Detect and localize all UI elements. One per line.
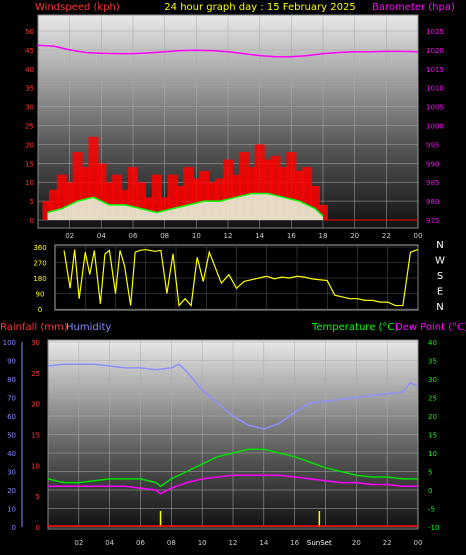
windspeed-tick-label: 10 (25, 179, 34, 187)
rainfall-tick-label: 10 (31, 462, 40, 470)
temperature-tick-label: 30 (428, 376, 437, 384)
rainfall-axis-title: Rainfall (mm) (0, 322, 68, 333)
temperature-tick-label: 10 (428, 450, 437, 458)
time-tick-label: 14 (255, 232, 264, 240)
direction-tick-label: 90 (36, 291, 45, 299)
direction-tick-label: 180 (33, 275, 46, 283)
barometer-tick-label: 1020 (426, 47, 444, 55)
temperature-tick-label: 40 (428, 339, 437, 347)
barometer-tick-label: 975 (426, 217, 439, 225)
rainfall-tick-label: 20 (31, 401, 40, 409)
temperature-tick-label: -10 (428, 524, 439, 532)
barometer-tick-label: 1025 (426, 28, 444, 36)
time-tick-label: 02 (74, 539, 83, 547)
time-tick-label: 06 (129, 232, 138, 240)
time-tick-label: 02 (65, 232, 74, 240)
windspeed-tick-label: 40 (25, 66, 34, 74)
barometer-tick-label: 995 (426, 141, 439, 149)
humidity-tick-label: 0 (12, 524, 16, 532)
humidity-tick-label: 90 (7, 358, 16, 366)
barometer-tick-label: 1015 (426, 66, 444, 74)
windspeed-tick-label: 50 (25, 28, 34, 36)
temperature-tick-label: 0 (428, 487, 432, 495)
time-tick-label: 22 (383, 539, 392, 547)
windspeed-tick-label: 45 (25, 47, 34, 55)
time-tick-label: 20 (350, 232, 359, 240)
humidity-tick-label: 10 (7, 506, 16, 514)
windspeed-tick-label: 0 (30, 217, 34, 225)
time-tick-label: 10 (192, 232, 201, 240)
direction-tick-label: 0 (38, 306, 42, 314)
time-tick-label: 14 (259, 539, 268, 547)
rainfall-tick-label: 0 (36, 524, 40, 532)
humidity-axis-title: Humidity (66, 322, 111, 333)
time-tick-label: 08 (160, 232, 169, 240)
windspeed-tick-label: 35 (25, 85, 34, 93)
humidity-tick-label: 30 (7, 469, 16, 477)
time-tick-label: 10 (198, 539, 207, 547)
barometer-axis-title: Barometer (hpa) (372, 2, 455, 13)
compass-label: W (435, 256, 445, 267)
time-tick-label: 20 (352, 539, 361, 547)
temperature-tick-label: 25 (428, 395, 437, 403)
time-tick-label: 00 (414, 232, 423, 240)
humidity-tick-label: 20 (7, 487, 16, 495)
dewpoint-axis-title: Dew Point (°C) (395, 322, 466, 333)
humidity-tick-label: 80 (7, 376, 16, 384)
windspeed-tick-label: 20 (25, 141, 34, 149)
rainfall-tick-label: 5 (36, 493, 40, 501)
temperature-axis-title: Temperature (°C) (311, 322, 398, 333)
rainfall-tick-label: 15 (31, 432, 40, 440)
windspeed-tick-label: 5 (30, 198, 34, 206)
compass-label: E (437, 287, 443, 298)
barometer-tick-label: 1005 (426, 104, 444, 112)
time-tick-label: 08 (167, 539, 176, 547)
barometer-tick-label: 980 (426, 198, 439, 206)
windspeed-tick-label: 15 (25, 160, 34, 168)
time-tick-label: 22 (382, 232, 391, 240)
compass-label: N (436, 302, 443, 313)
rainfall-tick-label: 25 (31, 370, 40, 378)
compass-label: N (436, 240, 443, 251)
time-tick-label: 04 (97, 232, 106, 240)
sunset-label: SunSet (307, 539, 332, 547)
time-tick-label: 12 (229, 539, 238, 547)
compass-label: S (437, 271, 443, 282)
temperature-tick-label: 35 (428, 358, 437, 366)
time-tick-label: 18 (319, 232, 328, 240)
windspeed-tick-label: 30 (25, 104, 34, 112)
weather-graph: Windspeed (kph) 24 hour graph day : 15 F… (0, 2, 466, 547)
graph-title: 24 hour graph day : 15 February 2025 (164, 2, 355, 13)
direction-tick-label: 270 (33, 260, 46, 268)
barometer-tick-label: 1000 (426, 123, 444, 131)
windspeed-tick-label: 25 (25, 123, 34, 131)
direction-tick-label: 360 (33, 244, 46, 252)
humidity-tick-label: 40 (7, 450, 16, 458)
time-tick-label: 00 (414, 539, 423, 547)
temperature-tick-label: 20 (428, 413, 437, 421)
windspeed-axis-title: Windspeed (kph) (35, 2, 120, 13)
time-tick-label: 06 (136, 539, 145, 547)
humidity-tick-label: 70 (7, 395, 16, 403)
time-tick-label: 16 (290, 539, 299, 547)
humidity-tick-label: 50 (7, 432, 16, 440)
barometer-tick-label: 985 (426, 179, 439, 187)
time-tick-label: 16 (287, 232, 296, 240)
temperature-tick-label: 15 (428, 432, 437, 440)
humidity-tick-label: 100 (3, 339, 16, 347)
time-tick-label: 12 (224, 232, 233, 240)
humidity-tick-label: 60 (7, 413, 16, 421)
barometer-tick-label: 990 (426, 160, 439, 168)
rainfall-tick-label: 30 (31, 339, 40, 347)
time-tick-label: 04 (105, 539, 114, 547)
temperature-tick-label: -5 (428, 506, 435, 514)
temperature-tick-label: 5 (428, 469, 432, 477)
barometer-tick-label: 1010 (426, 85, 444, 93)
